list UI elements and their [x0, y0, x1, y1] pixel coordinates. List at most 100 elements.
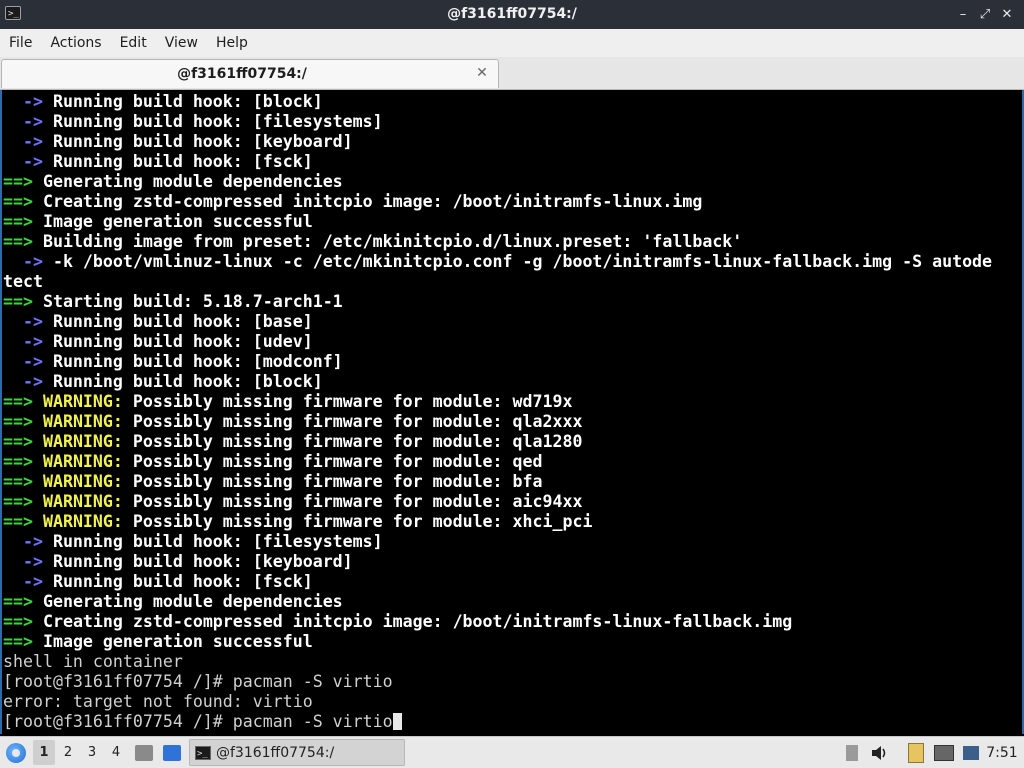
warning-label: WARNING:	[42, 452, 123, 471]
line-text: Building image from preset: /etc/mkinitc…	[42, 232, 743, 251]
terminal-line: -> Running build hook: [keyboard]	[3, 132, 992, 152]
line-text: Starting build: 5.18.7-arch1-1	[42, 292, 343, 311]
network-icon[interactable]	[960, 737, 982, 768]
clipboard-icon[interactable]	[905, 737, 927, 768]
terminal-prompt-line[interactable]: [root@f3161ff07754 /]# pacman -S virtio	[3, 712, 992, 732]
line-text: Running build hook: [fsck]	[52, 572, 313, 591]
gt-prefix: ==>	[3, 632, 43, 651]
gt-prefix: ==>	[3, 512, 43, 531]
window-controls: – ⤢ ✕	[952, 0, 1018, 29]
task-label: @f3161ff07754:/	[216, 744, 335, 761]
terminal-line: ==> Generating module dependencies	[3, 592, 992, 612]
arrow-prefix: ->	[3, 532, 53, 551]
line-text: Image generation successful	[42, 212, 313, 231]
terminal-line: -> Running build hook: [fsck]	[3, 572, 992, 592]
line-text: Running build hook: [keyboard]	[52, 552, 353, 571]
terminal-line: -> Running build hook: [block]	[3, 92, 992, 112]
menu-actions[interactable]: Actions	[41, 29, 110, 57]
terminal-line: -> Running build hook: [block]	[3, 372, 992, 392]
tab-bar: @f3161ff07754:/ ✕	[0, 57, 1024, 90]
workspace-2[interactable]: 2	[57, 737, 79, 768]
gt-prefix: ==>	[3, 612, 43, 631]
line-text: Running build hook: [block]	[52, 92, 323, 111]
terminal-line: ==> WARNING: Possibly missing firmware f…	[3, 392, 992, 412]
terminal-line: ==> WARNING: Possibly missing firmware f…	[3, 492, 992, 512]
line-text: Generating module dependencies	[42, 592, 343, 611]
minimize-button[interactable]: –	[952, 0, 974, 29]
warning-label: WARNING:	[42, 512, 123, 531]
arrow-prefix: ->	[3, 332, 53, 351]
start-menu-button[interactable]	[2, 737, 30, 768]
workspace-1[interactable]: 1	[33, 740, 55, 765]
line-text: Possibly missing firmware for module: wd…	[122, 392, 573, 411]
arrow-prefix: ->	[3, 92, 53, 111]
line-text: Generating module dependencies	[42, 172, 343, 191]
line-text: Running build hook: [modconf]	[52, 352, 343, 371]
tab-terminal[interactable]: @f3161ff07754:/ ✕	[1, 59, 499, 88]
terminal-line: -> Running build hook: [udev]	[3, 332, 992, 352]
prompt-text: [root@f3161ff07754 /]# pacman -S virtio	[3, 712, 393, 731]
terminal-line: [root@f3161ff07754 /]# pacman -S virtio	[3, 672, 992, 692]
terminal-line: ==> WARNING: Possibly missing firmware f…	[3, 452, 992, 472]
line-text: Image generation successful	[42, 632, 313, 651]
line-text: Creating zstd-compressed initcpio image:…	[42, 192, 703, 211]
terminal-line: shell in container	[3, 652, 992, 672]
taskbar-task-terminal[interactable]: >_ @f3161ff07754:/	[189, 739, 405, 766]
gt-prefix: ==>	[3, 392, 43, 411]
maximize-button[interactable]: ⤢	[974, 0, 996, 29]
warning-label: WARNING:	[42, 492, 123, 511]
arrow-prefix: ->	[3, 112, 53, 131]
line-text: Possibly missing firmware for module: qe…	[122, 452, 543, 471]
terminal-line: ==> WARNING: Possibly missing firmware f…	[3, 412, 992, 432]
line-text: Running build hook: [keyboard]	[52, 132, 353, 151]
terminal-line: ==> Image generation successful	[3, 212, 992, 232]
terminal-line: ==> WARNING: Possibly missing firmware f…	[3, 472, 992, 492]
terminal-line: -> Running build hook: [filesystems]	[3, 112, 992, 132]
menu-view[interactable]: View	[156, 29, 207, 57]
line-text: Possibly missing firmware for module: ai…	[122, 492, 583, 511]
line-text: Creating zstd-compressed initcpio image:…	[42, 612, 793, 631]
line-text: Running build hook: [block]	[52, 372, 323, 391]
tab-label: @f3161ff07754:/	[177, 66, 307, 82]
file-manager-icon[interactable]	[133, 737, 155, 768]
eject-icon[interactable]	[841, 737, 863, 768]
gt-prefix: ==>	[3, 172, 43, 191]
tab-close-icon[interactable]: ✕	[474, 65, 490, 81]
arrow-prefix: ->	[3, 312, 53, 331]
terminal-line: ==> Starting build: 5.18.7-arch1-1	[3, 292, 992, 312]
close-button[interactable]: ✕	[996, 0, 1018, 29]
arrow-prefix: ->	[3, 252, 53, 271]
volume-icon[interactable]	[869, 737, 891, 768]
display-icon[interactable]	[933, 737, 955, 768]
terminal-line: ==> WARNING: Possibly missing firmware f…	[3, 512, 992, 532]
menu-file[interactable]: File	[0, 29, 41, 57]
terminal-output[interactable]: -> Running build hook: [block] -> Runnin…	[0, 90, 1024, 734]
line-text: -k /boot/vmlinuz-linux -c /etc/mkinitcpi…	[52, 252, 993, 271]
terminal-line: ==> Creating zstd-compressed initcpio im…	[3, 192, 992, 212]
workspace-3[interactable]: 3	[81, 737, 103, 768]
warning-label: WARNING:	[42, 472, 123, 491]
workspace-4[interactable]: 4	[105, 737, 127, 768]
clock[interactable]: 7:51	[984, 737, 1020, 768]
terminal-line: tect	[3, 272, 992, 292]
line-text: Running build hook: [fsck]	[52, 152, 313, 171]
line-text: Possibly missing firmware for module: ql…	[122, 432, 583, 451]
menu-edit[interactable]: Edit	[111, 29, 156, 57]
terminal-line: ==> Generating module dependencies	[3, 172, 992, 192]
gt-prefix: ==>	[3, 592, 43, 611]
gt-prefix: ==>	[3, 432, 43, 451]
arrow-prefix: ->	[3, 552, 53, 571]
terminal-line: error: target not found: virtio	[3, 692, 992, 712]
terminal-line: ==> Building image from preset: /etc/mki…	[3, 232, 992, 252]
window-title: @f3161ff07754:/	[447, 6, 577, 22]
desktop-icon[interactable]	[161, 737, 183, 768]
terminal-lines: -> Running build hook: [block] -> Runnin…	[3, 92, 992, 732]
terminal-line: ==> Creating zstd-compressed initcpio im…	[3, 612, 992, 632]
arrow-prefix: ->	[3, 572, 53, 591]
arrow-prefix: ->	[3, 132, 53, 151]
menu-help[interactable]: Help	[207, 29, 257, 57]
terminal-line: -> Running build hook: [filesystems]	[3, 532, 992, 552]
line-text: [root@f3161ff07754 /]# pacman -S virtio	[3, 672, 393, 691]
gt-prefix: ==>	[3, 212, 43, 231]
line-text: Possibly missing firmware for module: ql…	[122, 412, 583, 431]
